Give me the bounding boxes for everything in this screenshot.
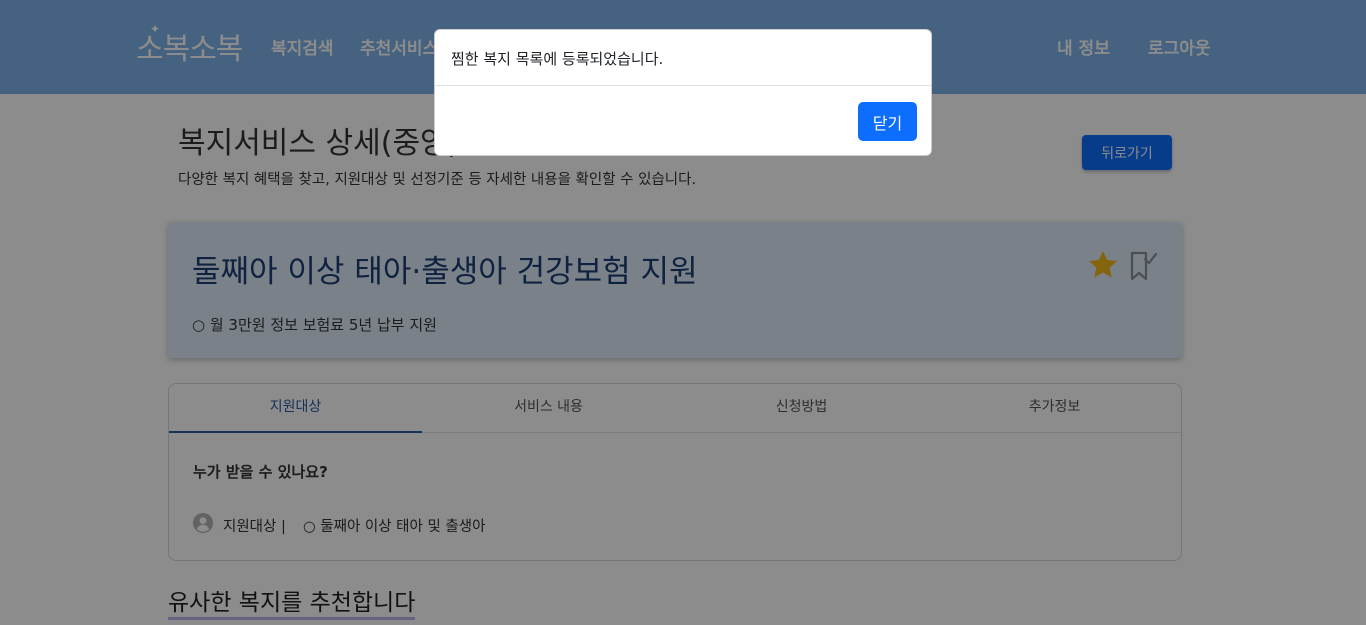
modal-close-button[interactable]: 닫기 — [858, 102, 917, 141]
modal-body: 찜한 복지 목록에 등록되었습니다. — [435, 30, 931, 86]
modal-message: 찜한 복지 목록에 등록되었습니다. — [451, 50, 664, 68]
favorite-added-dialog: 찜한 복지 목록에 등록되었습니다. 닫기 — [434, 29, 932, 156]
